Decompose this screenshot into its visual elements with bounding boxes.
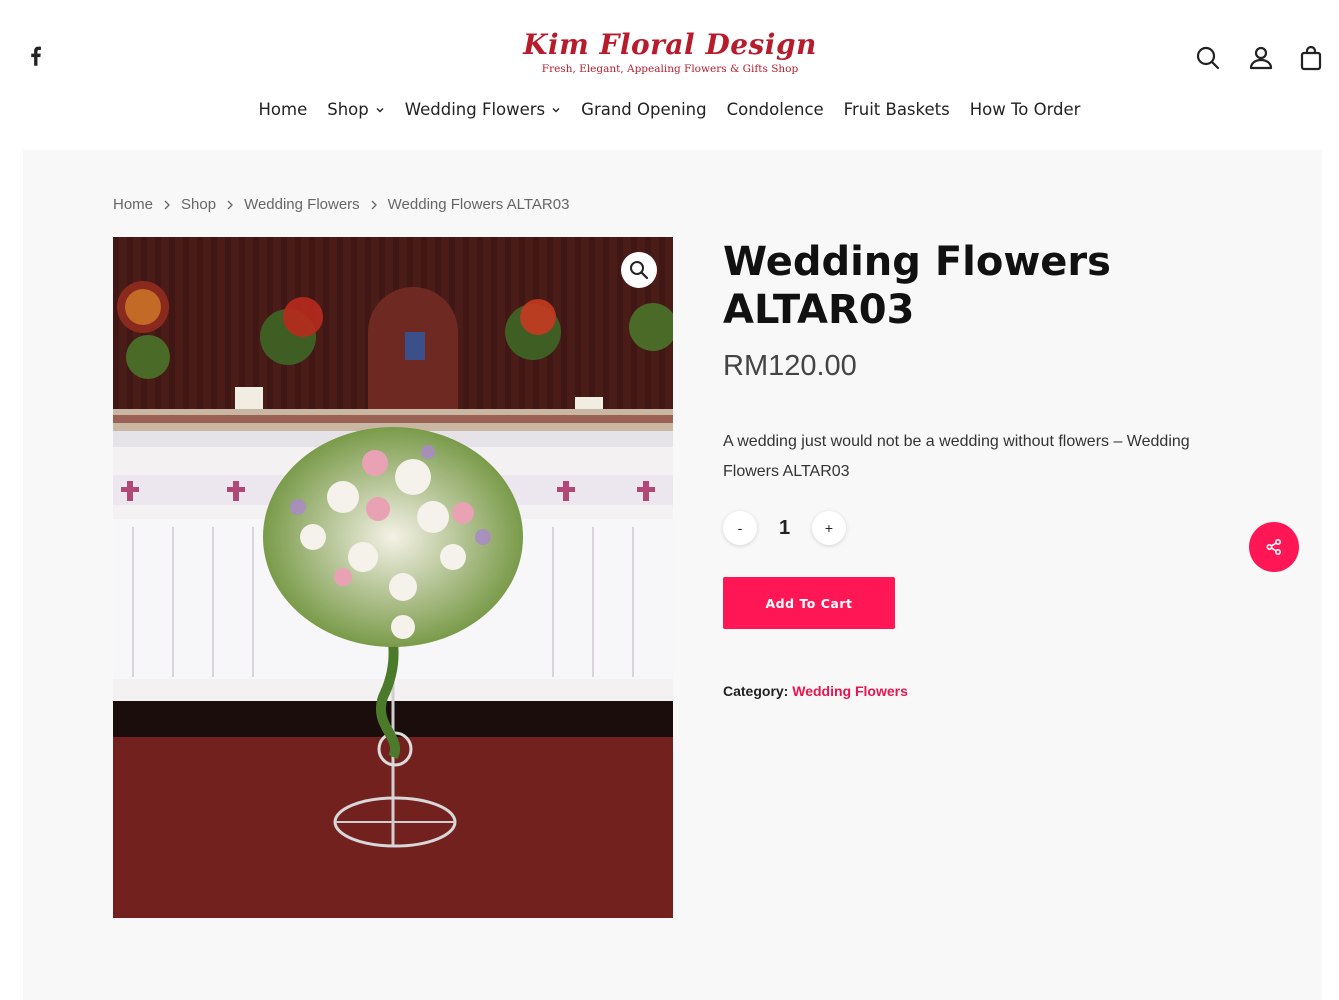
breadcrumb-home[interactable]: Home (113, 196, 153, 213)
main-navigation: Home Shop Wedding Flowers Grand Opening … (0, 100, 1339, 119)
nav-label: Condolence (726, 100, 824, 119)
nav-wedding-flowers[interactable]: Wedding Flowers (405, 100, 561, 119)
category-label: Category: (723, 683, 789, 699)
shopping-bag-icon[interactable] (1297, 44, 1325, 72)
product-price: RM120.00 (723, 350, 857, 382)
nav-label: Shop (327, 100, 369, 119)
category-link[interactable]: Wedding Flowers (792, 683, 908, 699)
magnifier-icon (630, 261, 649, 280)
product-description: A wedding just would not be a wedding wi… (723, 433, 1190, 480)
breadcrumb-category[interactable]: Wedding Flowers (244, 196, 360, 213)
nav-how-to-order[interactable]: How To Order (970, 100, 1081, 119)
nav-grand-opening[interactable]: Grand Opening (581, 100, 706, 119)
quantity-decrease-button[interactable]: - (723, 511, 757, 545)
chevron-right-icon (164, 200, 170, 209)
user-icon[interactable] (1247, 44, 1275, 72)
product-category: Category: Wedding Flowers (723, 683, 908, 699)
share-button[interactable] (1249, 522, 1299, 572)
nav-home[interactable]: Home (259, 100, 308, 119)
logo-tagline: Fresh, Elegant, Appealing Flowers & Gift… (541, 63, 799, 75)
breadcrumb-current: Wedding Flowers ALTAR03 (387, 196, 570, 213)
breadcrumb-shop[interactable]: Shop (181, 196, 216, 213)
product-page: Home Shop Wedding Flowers Wedding Flower… (23, 150, 1322, 1000)
chevron-right-icon (227, 200, 233, 209)
quantity-input[interactable] (757, 516, 812, 540)
chevron-down-icon (376, 107, 384, 112)
site-header: Kim Floral Design Fresh, Elegant, Appeal… (0, 0, 1339, 150)
site-logo[interactable]: Kim Floral Design Fresh, Elegant, Appeal… (520, 28, 820, 75)
quantity-stepper: - + (723, 511, 846, 545)
breadcrumb: Home Shop Wedding Flowers Wedding Flower… (113, 196, 569, 213)
nav-label: Home (258, 100, 308, 119)
altar-flowers-photo (113, 237, 673, 918)
product-image[interactable] (113, 237, 673, 918)
nav-label: Grand Opening (581, 100, 707, 119)
nav-condolence[interactable]: Condolence (727, 100, 824, 119)
nav-label: Wedding Flowers (404, 100, 546, 119)
zoom-button[interactable] (621, 252, 657, 288)
facebook-icon[interactable] (30, 46, 46, 68)
quantity-increase-button[interactable]: + (812, 511, 846, 545)
nav-shop[interactable]: Shop (327, 100, 385, 119)
nav-fruit-baskets[interactable]: Fruit Baskets (844, 100, 950, 119)
add-to-cart-button[interactable]: Add To Cart (723, 577, 895, 629)
chevron-right-icon (371, 200, 377, 209)
search-icon[interactable] (1194, 44, 1222, 72)
chevron-down-icon (552, 107, 560, 112)
nav-label: How To Order (969, 100, 1081, 119)
logo-title: Kim Floral Design (523, 28, 817, 61)
product-title: Wedding Flowers ALTAR03 (723, 239, 1111, 333)
nav-label: Fruit Baskets (843, 100, 950, 119)
share-icon (1266, 538, 1282, 556)
